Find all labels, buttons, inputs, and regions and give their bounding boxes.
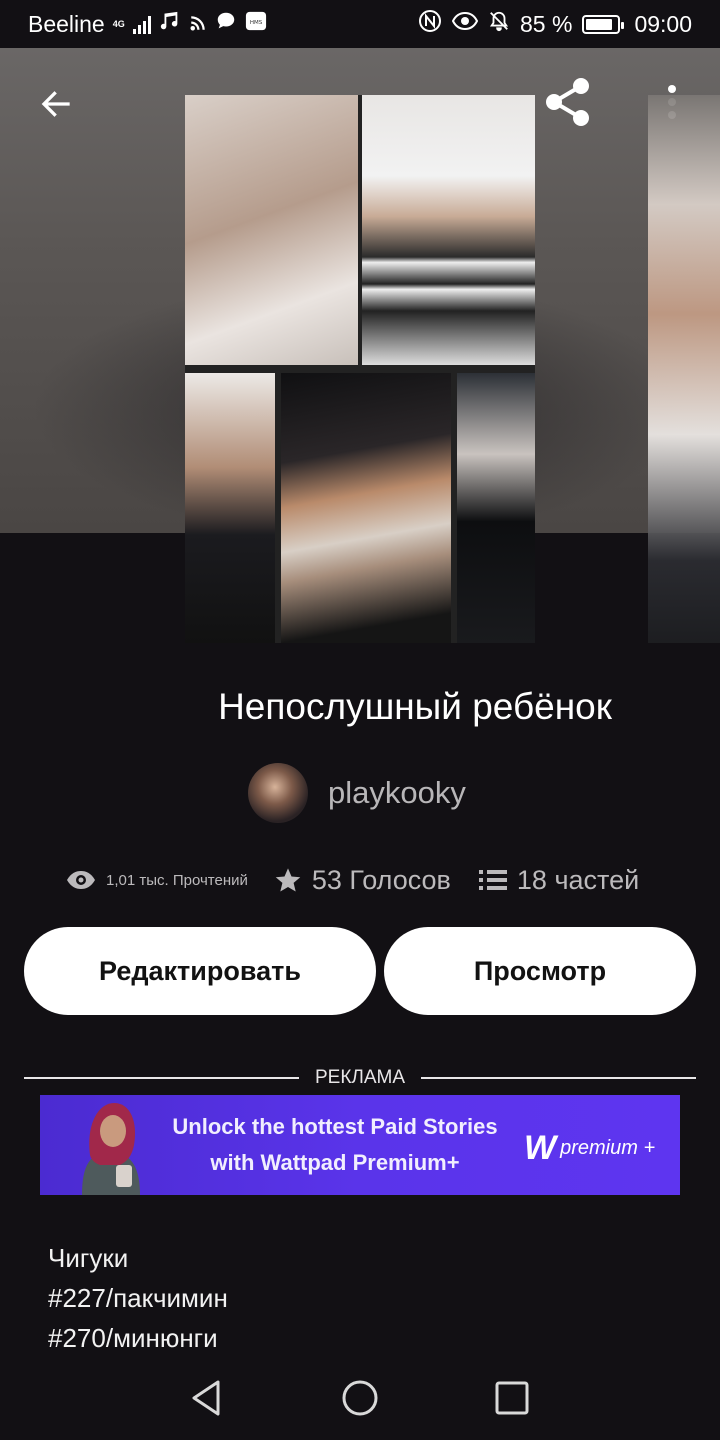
- svg-text:HMS: HMS: [250, 20, 263, 26]
- story-stats: 1,01 тыс. Прочтений 53 Голосов 18 частей: [66, 858, 666, 902]
- list-icon: [478, 870, 507, 890]
- ad-text: Unlock the hottest Paid Stories with Wat…: [140, 1109, 530, 1181]
- cover-photo: [185, 373, 275, 643]
- divider: [421, 1077, 696, 1079]
- author-name: playkooky: [328, 775, 466, 810]
- music-icon: [159, 10, 181, 38]
- cover-photo: [281, 373, 451, 643]
- next-story-cover[interactable]: [648, 95, 720, 643]
- ad-line-1: Unlock the hottest Paid Stories: [172, 1114, 498, 1139]
- eye-icon: [67, 871, 95, 889]
- parts-count: 18 частей: [516, 864, 640, 895]
- star-icon: [275, 868, 301, 892]
- nfc-icon: [418, 9, 442, 39]
- share-button[interactable]: [540, 76, 596, 132]
- chat-icon: [215, 10, 237, 38]
- reads-stat: 1,01 тыс. Прочтений: [66, 869, 248, 891]
- carrier-name: Beeline: [28, 10, 105, 37]
- tag-line: Чигуки: [48, 1243, 129, 1273]
- divider: [24, 1077, 299, 1079]
- tag-line: #227/пакчимин: [48, 1283, 228, 1313]
- eye-icon: [451, 9, 479, 39]
- status-bar: Beeline 4G HMS 85 % 09:00: [0, 0, 720, 48]
- parts-stat: 18 частей: [478, 864, 640, 896]
- story-tags: Чигуки #227/пакчимин #270/минюнги: [48, 1238, 228, 1358]
- votes-count: 53 Голосов: [311, 864, 451, 895]
- share-icon: [546, 78, 589, 126]
- recents-square-icon[interactable]: [488, 1374, 536, 1422]
- back-triangle-icon[interactable]: [182, 1374, 230, 1422]
- logo-text: premium +: [560, 1137, 656, 1159]
- battery-percent: 85 %: [520, 10, 573, 37]
- ad-banner[interactable]: Unlock the hottest Paid Stories with Wat…: [40, 1095, 680, 1195]
- cover-photo: [362, 95, 535, 365]
- preview-button[interactable]: Просмотр: [384, 927, 696, 1015]
- reads-count: 1,01 тыс. Прочтений: [106, 871, 248, 889]
- cast-icon: [189, 11, 207, 38]
- ad-label: РЕКЛАМА: [314, 1067, 406, 1088]
- author-link[interactable]: playkooky: [248, 762, 466, 824]
- bell-off-icon: [488, 9, 510, 39]
- hms-icon: HMS: [245, 10, 267, 38]
- back-button[interactable]: [28, 76, 84, 132]
- tag-line: #270/минюнги: [48, 1323, 218, 1353]
- story-cover[interactable]: [185, 95, 535, 643]
- cover-photo: [457, 373, 535, 643]
- signal-icon: [132, 14, 151, 34]
- clock: 09:00: [634, 10, 692, 37]
- wattpad-premium-logo: W premium +: [524, 1129, 655, 1168]
- logo-mark: W: [524, 1129, 557, 1167]
- edit-button[interactable]: Редактировать: [24, 927, 376, 1015]
- avatar: [248, 763, 308, 823]
- network-type: 4G: [112, 18, 125, 29]
- battery-icon: [582, 14, 625, 34]
- ad-label-row: РЕКЛАМА: [24, 1066, 696, 1090]
- votes-stat: 53 Голосов: [274, 865, 451, 896]
- story-title: Непослушный ребёнок: [218, 686, 612, 727]
- arrow-left-icon: [41, 91, 70, 117]
- ad-line-2: with Wattpad Premium+: [210, 1150, 460, 1175]
- system-nav-bar: [0, 1356, 720, 1440]
- cover-photo: [185, 95, 358, 365]
- home-circle-icon[interactable]: [336, 1374, 384, 1422]
